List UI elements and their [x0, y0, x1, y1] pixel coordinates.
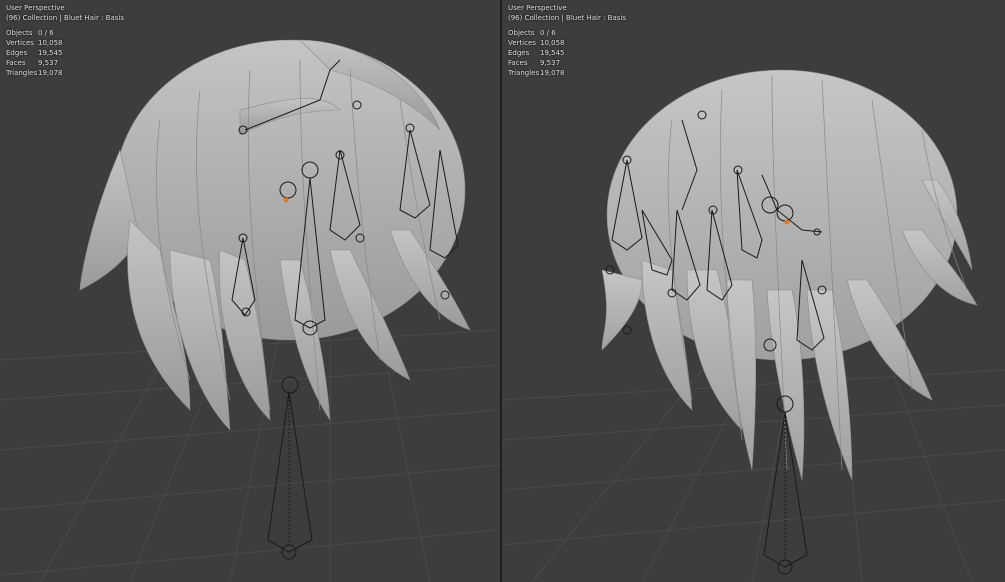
stat-label-vertices: Vertices — [508, 39, 536, 47]
view-name: User Perspective — [6, 4, 65, 12]
scene-statistics: Objects 0 / 6 Vertices 10,058 Edges 19,5… — [6, 28, 124, 78]
stat-value-edges: 19,545 — [540, 49, 565, 57]
viewport-info-overlay-right: User Perspective (96) Collection | Bluet… — [508, 3, 626, 78]
viewport-area: User Perspective (96) Collection | Bluet… — [0, 0, 1005, 582]
collection-info: (96) Collection | Bluet Hair : Basis — [6, 14, 125, 22]
stat-label-objects: Objects — [6, 29, 33, 37]
view-name: User Perspective — [508, 4, 567, 12]
viewport-left[interactable]: User Perspective (96) Collection | Bluet… — [0, 0, 500, 582]
selected-origin-dot — [283, 197, 289, 203]
stat-value-edges: 19,545 — [38, 49, 63, 57]
stat-value-objects: 0 / 6 — [38, 29, 54, 37]
collection-info: (96) Collection | Bluet Hair : Basis — [508, 14, 627, 22]
stat-label-edges: Edges — [6, 49, 28, 57]
selected-origin-dot — [784, 219, 790, 225]
viewport-info-overlay-left: User Perspective (96) Collection | Bluet… — [6, 3, 124, 78]
stat-value-vertices: 10,058 — [38, 39, 63, 47]
stat-label-edges: Edges — [508, 49, 530, 57]
stat-value-triangles: 19,078 — [38, 69, 63, 77]
stat-value-objects: 0 / 6 — [540, 29, 556, 37]
hair-mesh — [601, 69, 978, 481]
stat-value-faces: 9,537 — [38, 59, 59, 67]
stat-label-vertices: Vertices — [6, 39, 34, 47]
viewport-right[interactable]: User Perspective (96) Collection | Bluet… — [502, 0, 1005, 582]
stat-label-triangles: Triangles — [508, 69, 540, 77]
stat-value-vertices: 10,058 — [540, 39, 565, 47]
stat-label-objects: Objects — [508, 29, 535, 37]
scene-canvas-right[interactable] — [502, 0, 1005, 582]
stat-label-faces: Faces — [508, 59, 528, 67]
stat-label-triangles: Triangles — [6, 69, 38, 77]
stat-value-triangles: 19,078 — [540, 69, 565, 77]
stat-label-faces: Faces — [6, 59, 26, 67]
stat-value-faces: 9,537 — [540, 59, 561, 67]
scene-statistics: Objects 0 / 6 Vertices 10,058 Edges 19,5… — [508, 28, 626, 78]
scene-canvas-left[interactable] — [0, 0, 500, 582]
